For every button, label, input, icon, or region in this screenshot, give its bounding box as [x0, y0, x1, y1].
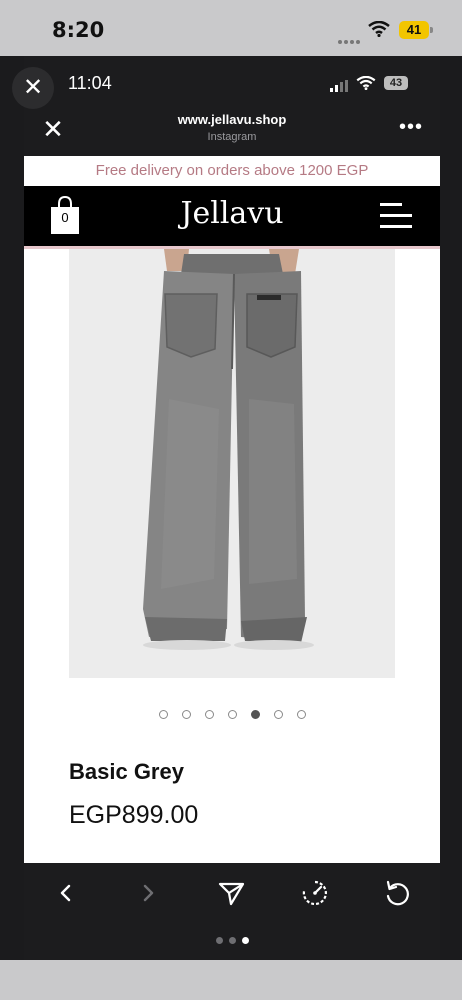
carousel-dot[interactable]	[158, 710, 168, 719]
carousel-dot[interactable]	[227, 710, 237, 719]
carousel-dot[interactable]	[181, 710, 191, 719]
backdrop-left	[0, 56, 24, 960]
product-price: EGP899.00	[69, 801, 199, 829]
carousel-dot[interactable]	[250, 710, 260, 719]
share-icon[interactable]	[211, 873, 251, 913]
close-icon[interactable]: ✕	[12, 67, 54, 109]
carousel-dot[interactable]	[296, 710, 306, 719]
signal-icon	[330, 79, 350, 97]
forward-icon[interactable]	[128, 873, 168, 913]
site-header: 0 Jellavu	[24, 186, 440, 249]
page-indicator-dot	[228, 937, 236, 944]
inner-status-time: 11:04	[68, 73, 112, 93]
more-options-icon[interactable]: •••	[396, 112, 426, 142]
speed-dashboard-icon[interactable]	[295, 873, 335, 913]
outer-status-time: 8:20	[52, 18, 105, 42]
reload-icon[interactable]	[377, 873, 417, 913]
in-app-browser-header: ✕ www.jellavu.shop Instagram •••	[24, 110, 440, 156]
browser-toolbar	[24, 863, 440, 960]
wifi-icon	[356, 75, 376, 95]
back-icon[interactable]	[46, 873, 86, 913]
carousel-dot[interactable]	[273, 710, 283, 719]
cellular-dots-icon	[338, 31, 362, 44]
site-logo[interactable]: Jellavu	[152, 196, 312, 231]
outer-status-bar: 8:20 41	[0, 0, 462, 56]
page-indicator-dot	[215, 937, 223, 944]
product-image[interactable]	[69, 249, 395, 678]
backdrop-right	[440, 56, 462, 960]
carousel-dot[interactable]	[204, 710, 214, 719]
cart-count: 0	[61, 210, 69, 225]
browser-url: www.jellavu.shop	[177, 112, 287, 127]
outer-bottom-bar	[0, 960, 462, 1000]
wifi-icon	[368, 20, 390, 42]
web-page: Free delivery on orders above 1200 EGP 0…	[24, 156, 440, 863]
browser-close-icon[interactable]: ✕	[38, 114, 68, 144]
product-name: Basic Grey	[69, 759, 184, 784]
inner-battery-indicator: 43	[384, 76, 408, 90]
inner-status-bar: 11:04 43	[24, 56, 440, 110]
promo-banner: Free delivery on orders above 1200 EGP	[24, 156, 440, 186]
battery-indicator: 41	[399, 21, 433, 39]
hamburger-menu-icon[interactable]	[376, 200, 414, 232]
image-carousel-dots[interactable]	[24, 706, 440, 720]
story-viewer: 11:04 43 ✕ www.jellavu.shop Instagram ••…	[24, 56, 440, 960]
page-indicator-dot	[241, 937, 249, 944]
page-indicator	[24, 931, 440, 949]
browser-source: Instagram	[207, 131, 257, 143]
